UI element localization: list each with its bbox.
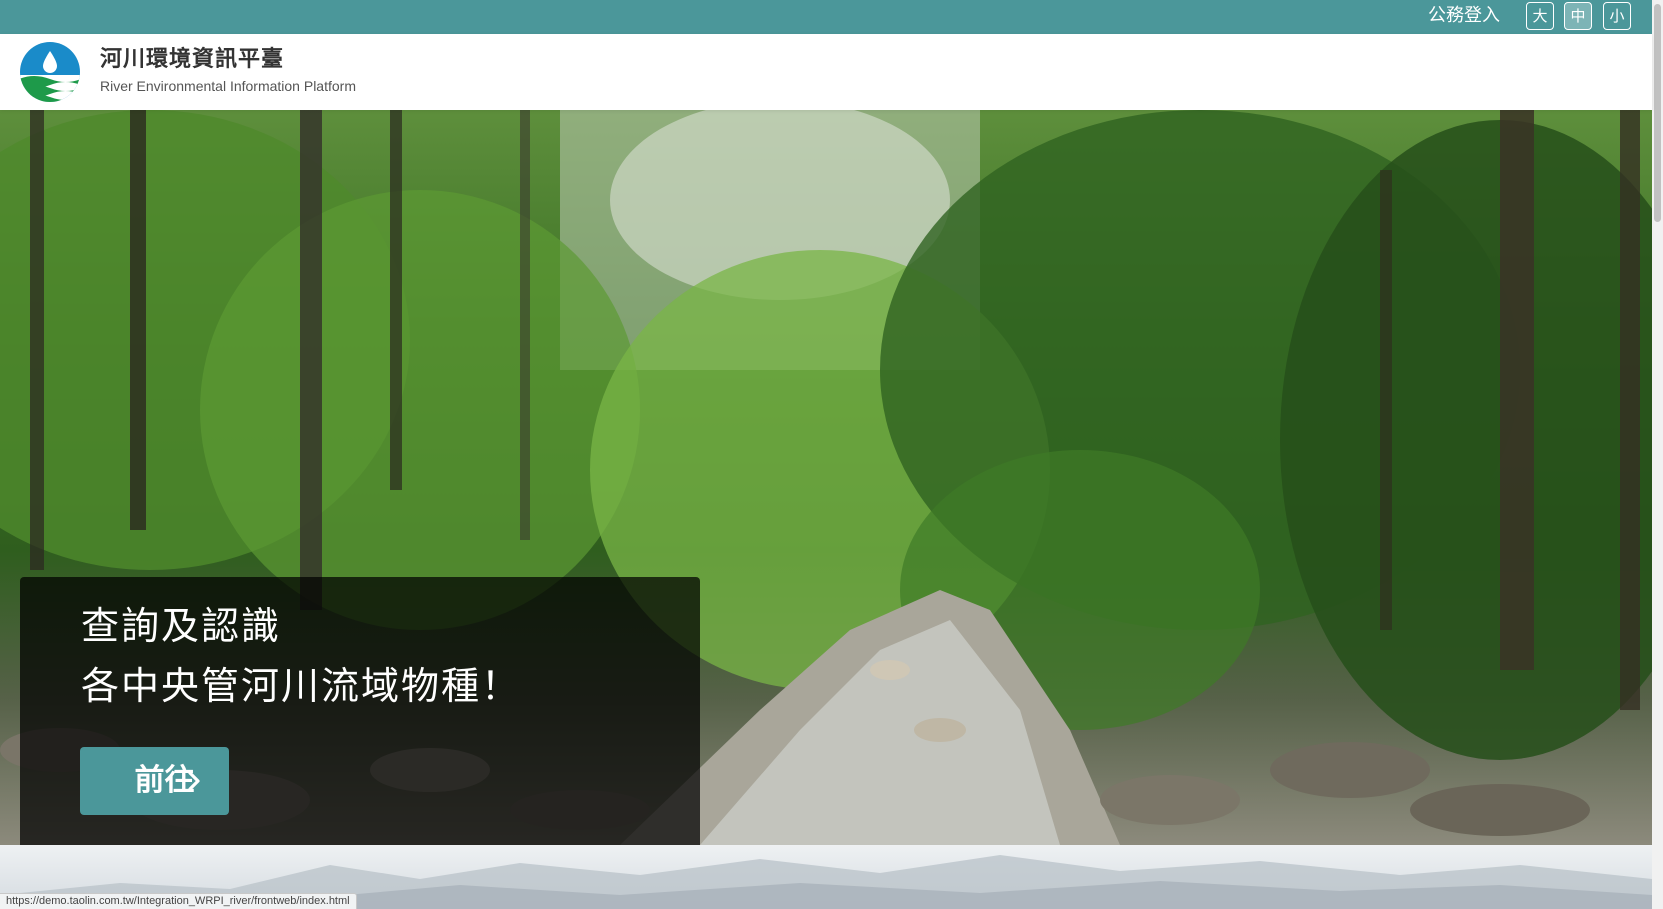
site-title[interactable]: 河川環境資訊平臺 [100,47,284,73]
chevron-right-icon [188,771,200,791]
hero-headline-line-1: 查詢及認識 [81,604,282,648]
site-header: 河川環境資訊平臺 River Environmental Information… [0,34,1652,110]
official-login-link[interactable]: 公務登入 [1428,4,1500,28]
hero-headline-line-2: 各中央管河川流域物種！ [81,664,522,708]
hero-caption-box: 查詢及認識 各中央管河川流域物種！ 前往 [20,577,700,845]
go-button[interactable]: 前往 [80,747,229,815]
font-size-medium-button[interactable]: 中 [1564,2,1592,30]
font-size-large-button[interactable]: 大 [1526,2,1554,30]
site-subtitle: River Environmental Information Platform [100,78,356,94]
top-utility-bar: 公務登入 大 中 小 [0,0,1652,34]
font-size-small-button[interactable]: 小 [1603,2,1631,30]
status-url-tooltip: https://demo.taolin.com.tw/Integration_W… [0,893,357,909]
water-drop-logo-icon[interactable] [19,41,81,103]
hero-banner: 查詢及認識 各中央管河川流域物種！ 前往 [0,110,1652,845]
scrollbar-thumb[interactable] [1654,4,1661,222]
vertical-scrollbar[interactable] [1652,0,1663,909]
